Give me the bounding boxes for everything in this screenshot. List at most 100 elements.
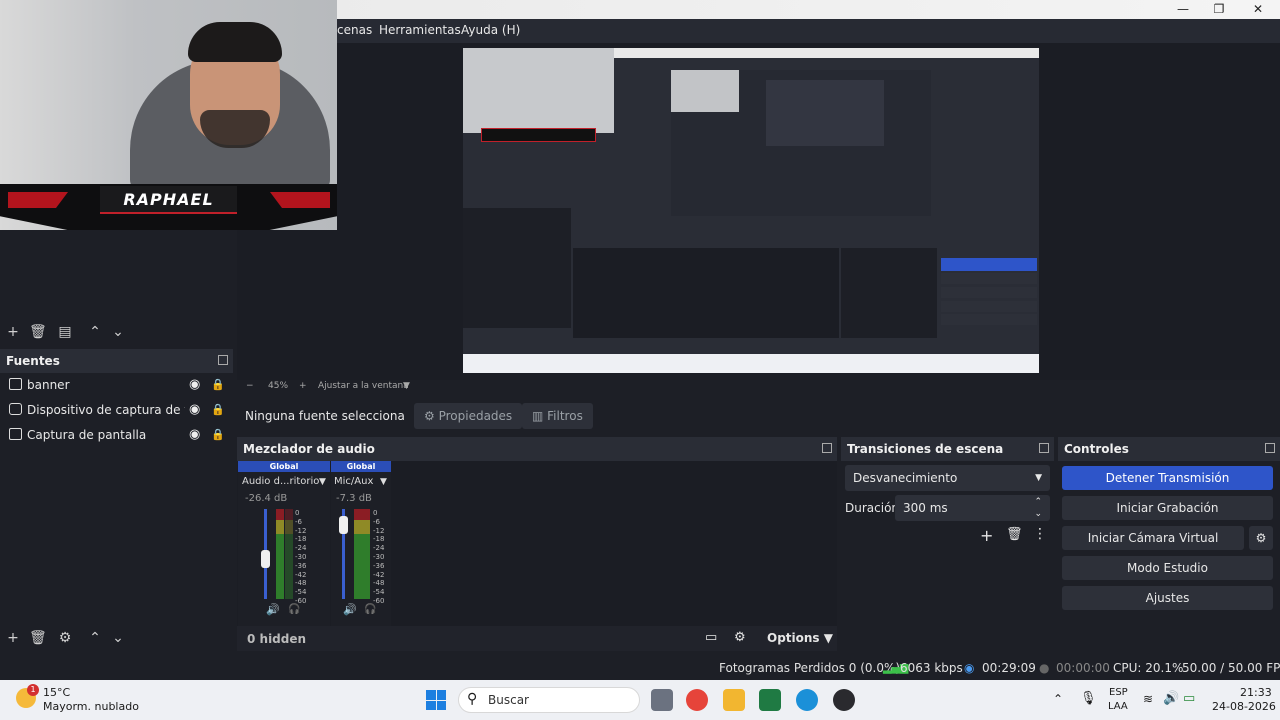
battery-icon[interactable]: ▭ [1183, 691, 1195, 706]
zoom-in-button[interactable]: + [299, 381, 307, 391]
close-button[interactable]: ✕ [1238, 1, 1278, 18]
chevron-up-icon[interactable]: ⌃ [1053, 692, 1063, 706]
remove-source-icon[interactable]: 🗑 [29, 630, 47, 646]
nested-preview [671, 70, 931, 216]
move-up-icon[interactable]: ⌃ [87, 630, 103, 646]
level-meter [276, 509, 284, 599]
lock-icon[interactable]: 🔒 [211, 378, 225, 391]
eye-icon[interactable]: ◉ [189, 402, 200, 417]
chevron-down-icon[interactable]: ▼ [403, 381, 410, 391]
volume-slider-handle[interactable] [339, 516, 348, 535]
layout-icon[interactable]: ▭ [705, 630, 717, 645]
transition-select[interactable]: Desvanecimiento ▼ [845, 465, 1050, 491]
remove-scene-icon[interactable]: 🗑 [29, 324, 47, 340]
clock-date[interactable]: 24-08-2026 [1212, 700, 1276, 713]
channel-menu-icon[interactable]: ▼ [319, 477, 326, 487]
add-transition-icon[interactable]: + [980, 526, 993, 545]
channel-db: -7.3 dB [336, 493, 372, 504]
source-item-camera[interactable]: Dispositivo de captura de video ◉ 🔒 [0, 398, 233, 423]
zoom-mode[interactable]: Ajustar a la ventana [318, 381, 409, 391]
search-placeholder: Buscar [488, 693, 529, 707]
undock-icon[interactable] [822, 443, 832, 453]
source-settings-icon[interactable]: ⚙ [57, 630, 73, 646]
add-source-icon[interactable]: + [5, 630, 21, 646]
meter-scale-tick: -6 [295, 517, 302, 526]
volume-icon[interactable]: 🔊 [1163, 691, 1179, 706]
remove-transition-icon[interactable]: 🗑 [1006, 527, 1023, 542]
edge-icon[interactable] [796, 689, 818, 711]
taskbar-search[interactable]: ⚲ Buscar [458, 687, 640, 713]
headphone-icon[interactable]: 🎧 [288, 604, 300, 615]
undock-icon[interactable] [1265, 443, 1275, 453]
wifi-icon[interactable]: ≋ [1143, 692, 1153, 706]
stream-icon: ◉ [964, 661, 975, 675]
lock-icon[interactable]: 🔒 [211, 403, 225, 416]
language-code[interactable]: ESP [1109, 687, 1128, 698]
headphone-icon[interactable]: 🎧 [364, 604, 376, 615]
windows-start-icon[interactable] [426, 690, 446, 710]
stream-time: 00:29:09 [982, 661, 1036, 675]
restore-button[interactable]: ❐ [1199, 1, 1239, 18]
undock-icon[interactable] [218, 355, 228, 365]
menu-help[interactable]: Ayuda (H) [461, 23, 520, 37]
source-item-banner[interactable]: banner ◉ 🔒 [0, 373, 233, 398]
lock-icon[interactable]: 🔒 [211, 428, 225, 441]
undock-icon[interactable] [1039, 443, 1049, 453]
channel-name: Mic/Aux [334, 476, 374, 487]
dropped-frames: Fotogramas Perdidos 0 (0.0%) [719, 661, 901, 675]
filters-button[interactable]: ▥ Filtros [522, 403, 593, 429]
eye-icon[interactable]: ◉ [189, 427, 200, 442]
settings-button[interactable]: Ajustes [1062, 586, 1273, 610]
move-down-icon[interactable]: ⌄ [110, 324, 126, 340]
mixer-bottom-bar: 0 hidden ▭ ⚙ Options ▼ [237, 626, 837, 651]
eye-icon[interactable]: ◉ [189, 377, 200, 392]
fps: 50.00 / 50.00 FPS [1182, 661, 1280, 675]
move-down-icon[interactable]: ⌄ [110, 630, 126, 646]
level-meter [354, 509, 362, 599]
mixer-channel-desktop: Global Audio d...ritorio ▼ -26.4 dB 0 -6-… [238, 461, 330, 626]
microphone-icon[interactable]: 🎙 [1080, 691, 1097, 706]
speaker-icon[interactable]: 🔊 [266, 603, 280, 616]
mixer-title: Mezclador de audio [243, 442, 375, 456]
properties-button[interactable]: ⚙ Propiedades [414, 403, 523, 429]
obs-icon[interactable] [833, 689, 855, 711]
channel-menu-icon[interactable]: ▼ [380, 477, 387, 487]
zoom-out-button[interactable]: − [246, 381, 254, 391]
minimize-button[interactable]: — [1163, 1, 1203, 18]
move-up-icon[interactable]: ⌃ [87, 324, 103, 340]
clock-time[interactable]: 21:33 [1240, 686, 1272, 699]
meter-scale-tick: -54 [373, 588, 385, 597]
chevron-down-icon: ⌄ [1034, 509, 1042, 519]
start-virtual-camera-button[interactable]: Iniciar Cámara Virtual [1062, 526, 1244, 550]
excel-icon[interactable] [759, 689, 781, 711]
speaker-icon[interactable]: 🔊 [343, 603, 357, 616]
os-taskbar: 1 15°C Mayorm. nublado ⚲ Buscar ⌃ 🎙 ESP … [0, 680, 1280, 720]
menu-tools[interactable]: Herramientas [379, 23, 461, 37]
record-icon: ● [1039, 661, 1050, 675]
start-recording-button[interactable]: Iniciar Grabación [1062, 496, 1273, 520]
duration-spinbox[interactable]: 300 ms ⌃ ⌄ [895, 495, 1050, 521]
stop-streaming-button[interactable]: Detener Transmisión [1062, 466, 1273, 490]
virtual-camera-settings-icon[interactable]: ⚙ [1249, 526, 1273, 550]
hidden-count: 0 hidden [247, 632, 307, 646]
preview-canvas[interactable] [463, 48, 1039, 373]
gear-icon[interactable]: ⚙ [734, 630, 746, 645]
nested-banner [481, 128, 596, 142]
scene-filters-icon[interactable]: ▤ [57, 324, 73, 340]
meter-scale-tick: -30 [295, 552, 307, 561]
level-meter [362, 509, 370, 599]
meter-scale-tick: -12 [295, 526, 307, 535]
channel-name: Audio d...ritorio [242, 476, 320, 487]
add-scene-icon[interactable]: + [5, 324, 21, 340]
chrome-icon[interactable] [686, 689, 708, 711]
language-layout[interactable]: LAA [1108, 701, 1128, 712]
status-bar: Fotogramas Perdidos 0 (0.0%) ▂▄▆ 6063 kb… [0, 656, 1280, 680]
options-button[interactable]: Options ▼ [767, 631, 833, 645]
menu-scenes[interactable]: cenas [337, 23, 372, 37]
source-item-screen[interactable]: Captura de pantalla ◉ 🔒 [0, 423, 233, 448]
task-view-icon[interactable] [651, 689, 673, 711]
more-options-icon[interactable]: ⋮ [1033, 526, 1047, 542]
file-explorer-icon[interactable] [723, 689, 745, 711]
volume-slider-handle[interactable] [261, 549, 270, 568]
studio-mode-button[interactable]: Modo Estudio [1062, 556, 1273, 580]
